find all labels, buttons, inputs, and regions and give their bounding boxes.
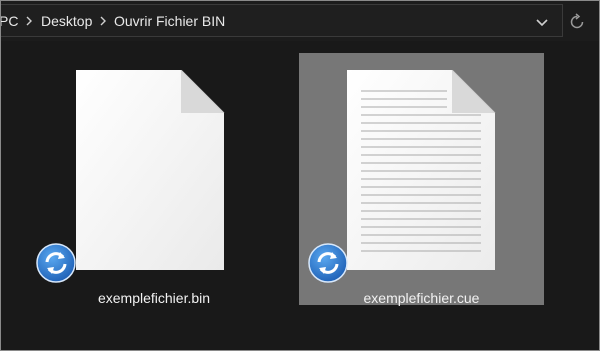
- sync-icon: [308, 243, 348, 283]
- chevron-right-icon[interactable]: [99, 13, 107, 29]
- refresh-icon[interactable]: [566, 11, 588, 33]
- file-item-cue[interactable]: exemplefichier.cue: [299, 53, 544, 306]
- breadcrumb-item-current-folder[interactable]: Ouvrir Fichier BIN: [114, 12, 225, 30]
- file-explorer-window: PC Desktop Ouvrir Fichier BIN exemplefic…: [0, 0, 600, 351]
- lined-document-icon: [347, 70, 496, 270]
- chevron-down-icon[interactable]: [531, 12, 553, 32]
- blank-document-icon: [76, 70, 225, 270]
- file-name-label: exemplefichier.bin: [97, 290, 211, 306]
- breadcrumb-item-pc[interactable]: PC: [1, 12, 18, 30]
- breadcrumb-item-desktop[interactable]: Desktop: [41, 12, 92, 30]
- sync-icon: [36, 243, 76, 283]
- file-item-bin[interactable]: exemplefichier.bin: [29, 53, 244, 306]
- address-bar: PC Desktop Ouvrir Fichier BIN: [1, 1, 599, 41]
- file-list-view: exemplefichier.bin exemplefichier.cue: [1, 41, 599, 350]
- chevron-right-icon[interactable]: [25, 13, 33, 29]
- file-name-label: exemplefichier.cue: [363, 290, 480, 306]
